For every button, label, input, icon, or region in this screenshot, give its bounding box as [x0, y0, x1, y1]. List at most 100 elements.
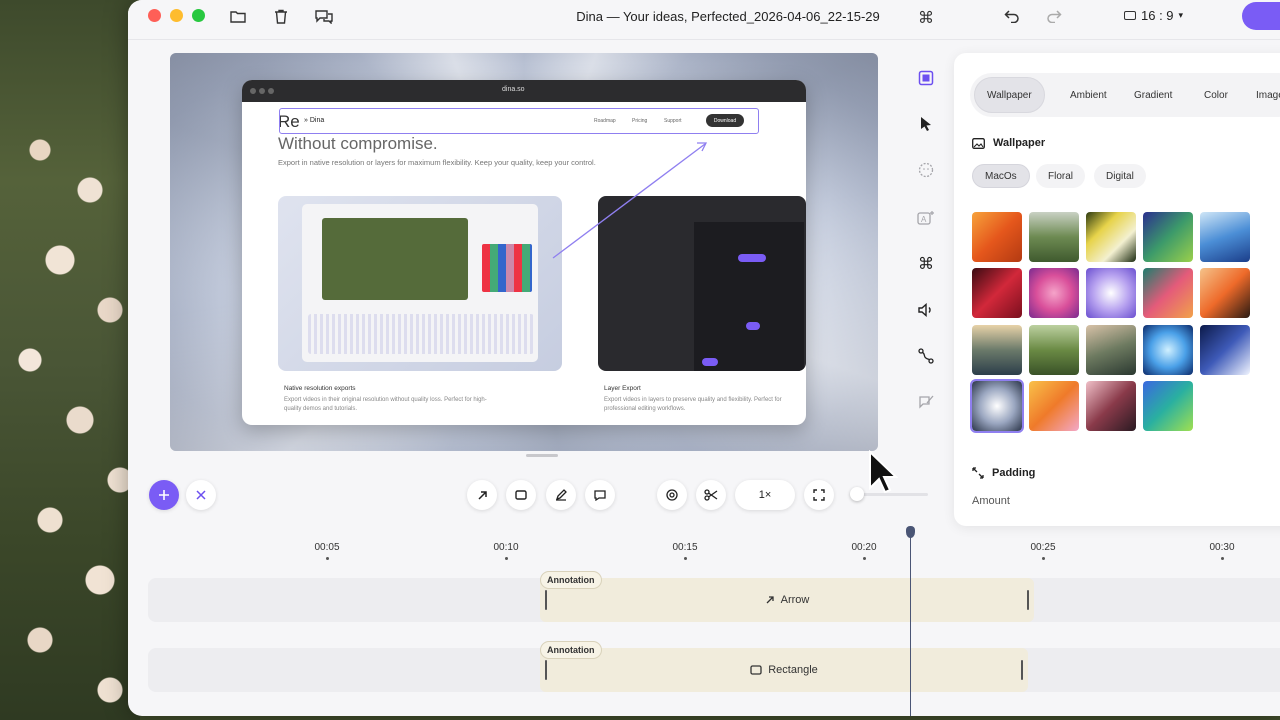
folder-icon[interactable]	[228, 7, 248, 25]
fullscreen-button[interactable]	[804, 480, 834, 510]
undo-icon[interactable]	[1002, 7, 1022, 25]
clip-label: Rectangle	[768, 664, 818, 676]
zoom-slider-knob[interactable]	[850, 487, 864, 501]
arrow-up-right-icon	[766, 596, 774, 604]
speaker-icon[interactable]	[914, 298, 938, 322]
arrow-annotation-clip[interactable]: Arrow	[540, 578, 1034, 622]
playhead-handle[interactable]	[906, 526, 915, 538]
tab-ambient[interactable]: Ambient	[1058, 77, 1119, 113]
timeline-tick-label: 00:25	[1030, 542, 1056, 553]
minimize-window-button[interactable]	[170, 9, 183, 22]
chat-icon[interactable]	[314, 7, 334, 25]
wallpaper-thumbnail[interactable]	[1143, 381, 1193, 431]
cancel-button[interactable]	[186, 480, 216, 510]
wallpaper-thumbnail[interactable]	[1200, 325, 1250, 375]
redo-icon[interactable]	[1044, 7, 1064, 25]
wallpaper-thumbnail[interactable]	[970, 379, 1024, 433]
trash-icon[interactable]	[271, 7, 291, 25]
timeline-tick-label: 00:05	[314, 542, 340, 553]
clip-start-handle[interactable]	[545, 660, 547, 680]
pen-icon	[555, 489, 567, 501]
cut-tool-button[interactable]	[696, 480, 726, 510]
path-icon[interactable]	[914, 344, 938, 368]
wallpaper-thumbnail[interactable]	[972, 268, 1022, 318]
chip-digital[interactable]: Digital	[1094, 164, 1146, 188]
canvas-resize-handle[interactable]	[526, 454, 558, 457]
clip-start-handle[interactable]	[545, 590, 547, 610]
aspect-ratio-select[interactable]: 16 : 9 ▾	[1124, 8, 1183, 23]
wallpaper-thumbnail[interactable]	[1029, 212, 1079, 262]
clip-type-tag: Annotation	[540, 641, 602, 659]
wallpaper-thumbnail[interactable]	[1143, 268, 1193, 318]
padding-section-title: Padding	[972, 467, 1035, 479]
add-button[interactable]	[149, 480, 179, 510]
amount-label: Amount	[972, 495, 1010, 507]
clip-label: Arrow	[780, 594, 810, 606]
preview-canvas[interactable]: dina.so Re Without compromise. Export in…	[170, 53, 878, 451]
comment-tool-button[interactable]	[585, 480, 615, 510]
wallpaper-thumbnail[interactable]	[1143, 212, 1193, 262]
arrow-tool-button[interactable]	[467, 480, 497, 510]
wallpaper-thumbnail[interactable]	[1086, 325, 1136, 375]
timeline-tick-label: 00:10	[493, 542, 519, 553]
tab-wallpaper[interactable]: Wallpaper	[974, 77, 1045, 113]
wallpaper-thumbnail[interactable]	[1086, 212, 1136, 262]
timeline-tick-label: 00:20	[851, 542, 877, 553]
command-icon[interactable]: ⌘	[914, 252, 938, 276]
timeline-tick-label: 00:30	[1209, 542, 1235, 553]
wallpaper-thumbnail[interactable]	[972, 212, 1022, 262]
annotate-icon[interactable]	[914, 390, 938, 414]
annotation-arrow[interactable]	[170, 53, 878, 451]
app-window: Dina — Your ideas, Perfected_2026-04-06_…	[128, 0, 1280, 716]
pointer-icon[interactable]	[914, 112, 938, 136]
speed-button[interactable]: 1×	[735, 480, 795, 510]
target-icon	[666, 489, 678, 501]
expand-icon	[972, 467, 984, 479]
aspect-ratio-icon	[1124, 11, 1136, 20]
timeline-tick-mark	[505, 557, 508, 560]
comment-icon	[594, 490, 606, 501]
wallpaper-thumbnail[interactable]	[1029, 325, 1079, 375]
timeline-tick-label: 00:15	[672, 542, 698, 553]
playhead-line[interactable]	[910, 532, 911, 716]
wallpaper-thumbnail[interactable]	[1143, 325, 1193, 375]
rectangle-icon	[515, 490, 527, 500]
chip-floral[interactable]: Floral	[1036, 164, 1086, 188]
chip-macos[interactable]: MacOs	[972, 164, 1030, 188]
frame-icon[interactable]	[914, 66, 938, 90]
mouse-cursor-icon	[869, 450, 898, 494]
wallpaper-thumbnail[interactable]	[1029, 381, 1079, 431]
desktop-background	[0, 0, 140, 720]
wallpaper-thumbnail[interactable]	[1029, 268, 1079, 318]
wallpaper-thumbnail[interactable]	[1200, 212, 1250, 262]
export-button[interactable]	[1242, 2, 1280, 30]
pen-tool-button[interactable]	[546, 480, 576, 510]
wallpaper-thumbnail[interactable]	[1086, 381, 1136, 431]
scissors-icon	[704, 489, 718, 501]
close-window-button[interactable]	[148, 9, 161, 22]
clip-type-tag: Annotation	[540, 571, 602, 589]
timeline-tick-mark	[1221, 557, 1224, 560]
svg-text:A: A	[921, 215, 927, 224]
image-icon	[972, 137, 985, 149]
wallpaper-thumbnail[interactable]	[1086, 268, 1136, 318]
tab-color[interactable]: Color	[1192, 77, 1240, 113]
maximize-window-button[interactable]	[192, 9, 205, 22]
wallpaper-thumbnail[interactable]	[1200, 268, 1250, 318]
document-title: Dina — Your ideas, Perfected_2026-04-06_…	[576, 9, 880, 24]
rectangle-annotation-clip[interactable]: Rectangle	[540, 648, 1028, 692]
tab-image[interactable]: Image	[1244, 77, 1280, 113]
rectangle-tool-button[interactable]	[506, 480, 536, 510]
aspect-ratio-label: 16 : 9	[1141, 8, 1174, 23]
timeline-tick-mark	[684, 557, 687, 560]
clip-end-handle[interactable]	[1021, 660, 1023, 680]
command-icon[interactable]: ⌘	[918, 8, 934, 28]
wallpaper-thumbnail[interactable]	[972, 325, 1022, 375]
clip-end-handle[interactable]	[1027, 590, 1029, 610]
text-sparkle-icon[interactable]: A	[914, 206, 938, 230]
face-icon[interactable]	[914, 158, 938, 182]
tab-gradient[interactable]: Gradient	[1122, 77, 1184, 113]
chevron-down-icon: ▾	[1178, 10, 1184, 20]
zoom-tool-button[interactable]	[657, 480, 687, 510]
background-panel: Wallpaper Ambient Gradient Color Image W…	[954, 53, 1280, 526]
